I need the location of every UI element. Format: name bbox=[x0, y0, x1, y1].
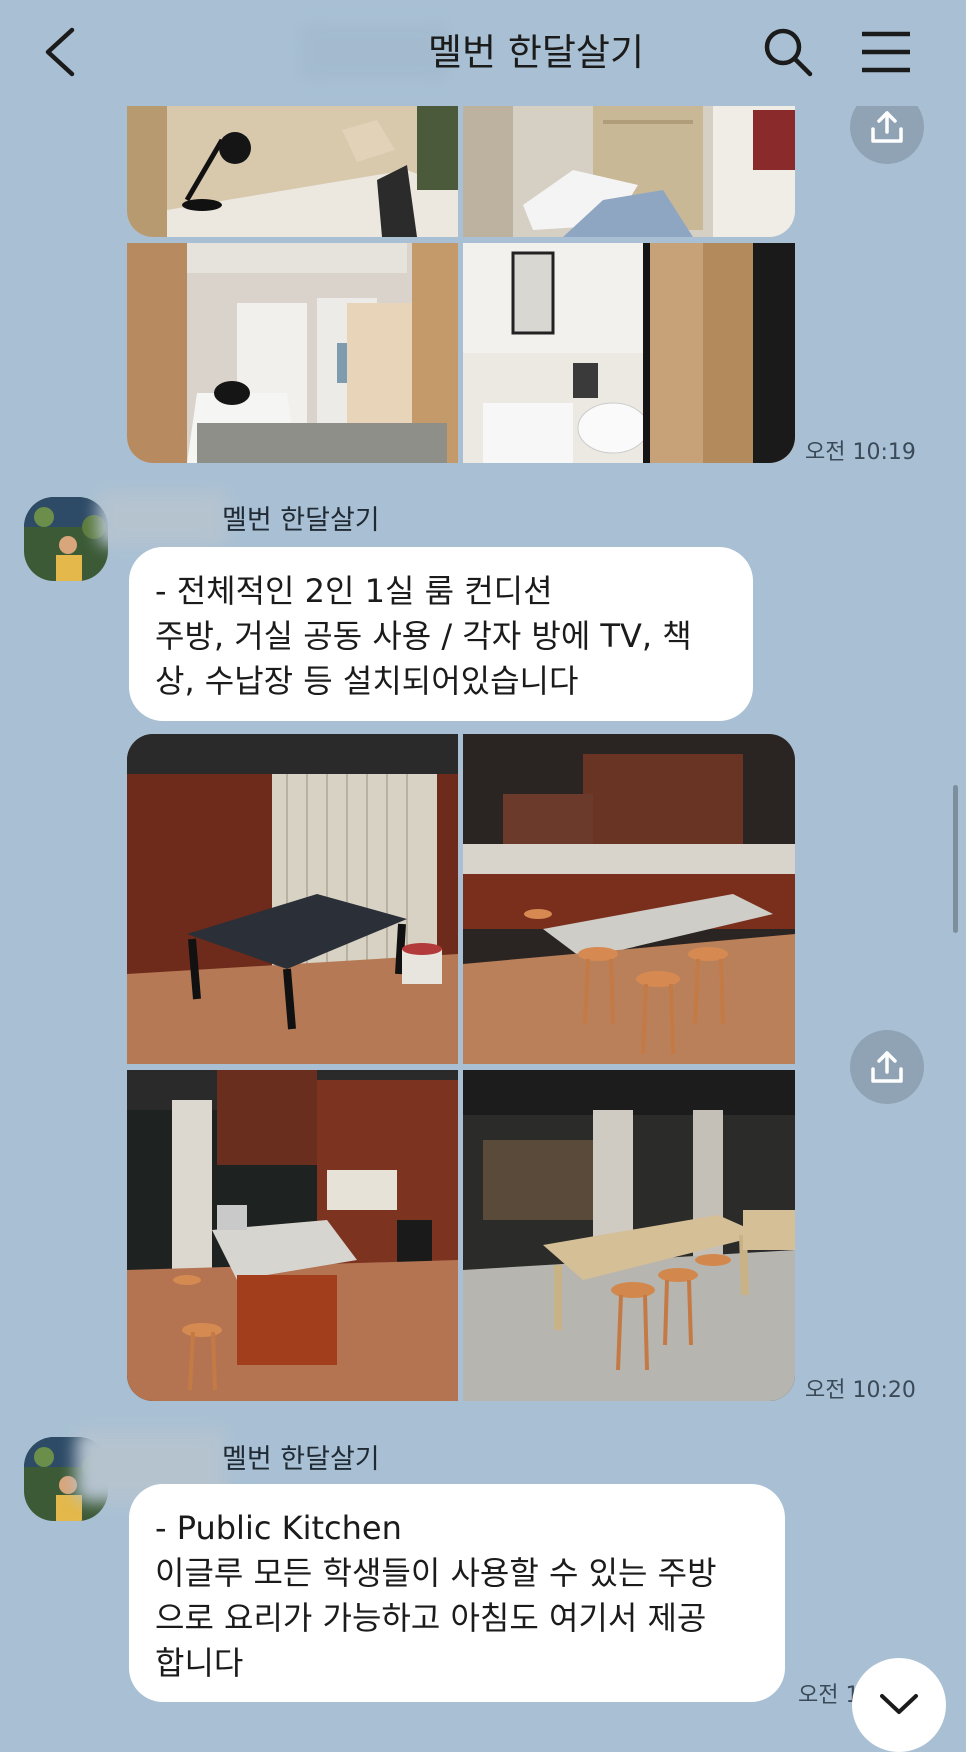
search-icon[interactable] bbox=[762, 26, 814, 78]
chevron-down-icon bbox=[880, 1694, 918, 1714]
message-time: 오전 1 bbox=[798, 1683, 860, 1708]
message-time: 오전 10:19 bbox=[805, 440, 916, 465]
photo-shared-living-area[interactable] bbox=[127, 243, 458, 463]
message-bubble[interactable]: - 전체적인 2인 1실 룸 컨디션 주방, 거실 공동 사용 / 각자 방에 … bbox=[129, 547, 753, 721]
chat-header: 멜번 한달살기 bbox=[0, 0, 966, 106]
photo-kitchen-counter[interactable] bbox=[127, 1070, 458, 1401]
photo-bathroom[interactable] bbox=[463, 243, 795, 463]
message-line: - 전체적인 2인 1실 룸 컨디션 bbox=[155, 572, 553, 610]
scroll-down-button[interactable] bbox=[852, 1658, 946, 1752]
message-line: 으로 요리가 가능하고 아침도 여기서 제공 bbox=[155, 1599, 707, 1637]
message-line: 합니다 bbox=[155, 1644, 244, 1682]
hamburger-menu-icon[interactable] bbox=[860, 30, 912, 74]
photo-dining-table[interactable] bbox=[463, 1070, 795, 1401]
photo-bed-with-pillow[interactable] bbox=[463, 90, 795, 237]
photo-desk-lamp-room[interactable] bbox=[127, 90, 458, 237]
message-line: 주방, 거실 공동 사용 / 각자 방에 TV, 책 bbox=[155, 617, 692, 655]
message-time: 오전 10:20 bbox=[805, 1378, 916, 1403]
share-upload-icon bbox=[871, 111, 903, 143]
message-line: 상, 수납장 등 설치되어있습니다 bbox=[155, 662, 579, 700]
photo-kitchen-island[interactable] bbox=[463, 734, 795, 1064]
chat-title: 멜번 한달살기 bbox=[428, 31, 645, 74]
sender-name: 멜번 한달살기 bbox=[222, 505, 380, 536]
message-line: 이글루 모든 학생들이 사용할 수 있는 주방 bbox=[155, 1554, 717, 1592]
chevron-left-icon[interactable] bbox=[38, 26, 86, 78]
share-upload-icon bbox=[871, 1051, 903, 1083]
photo-ping-pong-table[interactable] bbox=[127, 734, 458, 1064]
sender-name: 멜번 한달살기 bbox=[222, 1444, 380, 1475]
message-line: - Public Kitchen bbox=[155, 1509, 402, 1547]
scrollbar-thumb[interactable] bbox=[953, 785, 958, 933]
avatar[interactable] bbox=[24, 497, 108, 581]
share-button[interactable] bbox=[850, 1030, 924, 1104]
message-bubble[interactable]: - Public Kitchen 이글루 모든 학생들이 사용할 수 있는 주방… bbox=[129, 1484, 785, 1702]
